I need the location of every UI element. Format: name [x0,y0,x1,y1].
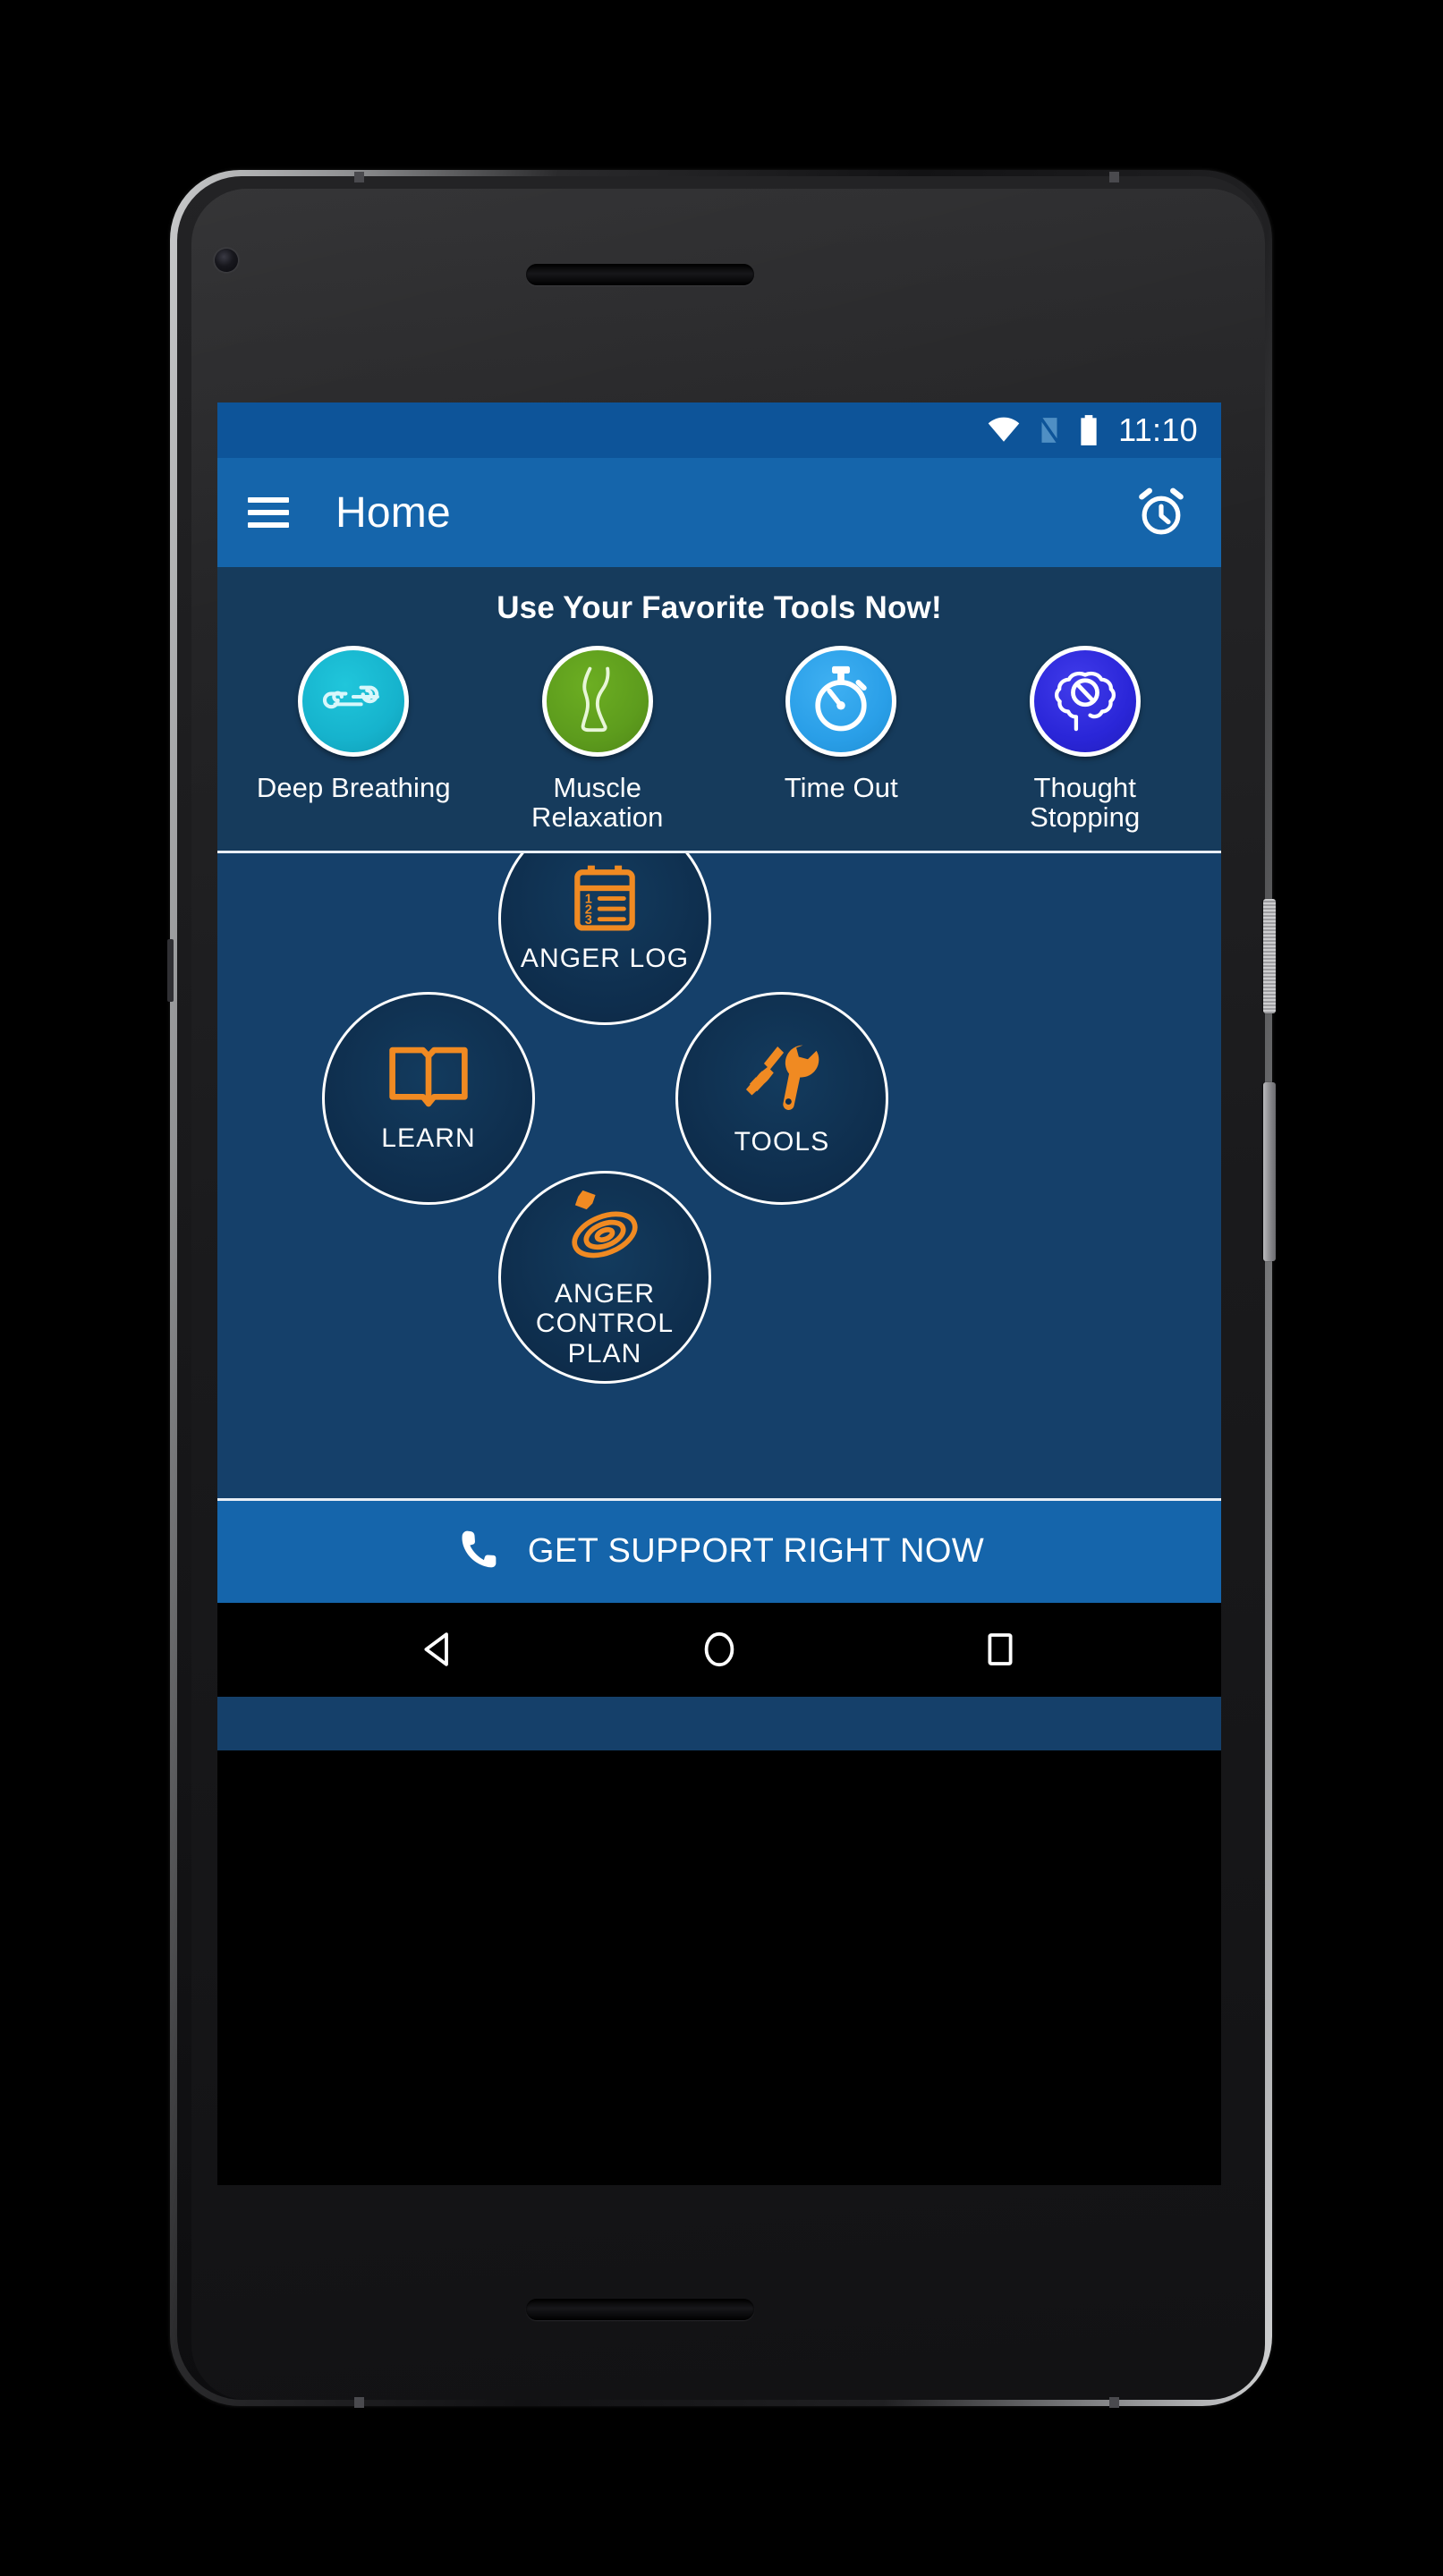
no-sim-signal-icon [1036,415,1063,445]
menu-item-anger-control-plan[interactable]: ANGER CONTROL PLAN [498,1170,711,1384]
menu-item-label: ANGER CONTROL PLAN [535,1278,675,1368]
menu-item-label: LEARN [381,1123,476,1154]
favorite-tool-time-out[interactable]: Time Out [737,646,945,802]
favorite-tools-row: Deep Breathing Muscle Relaxation Time Ou… [217,646,1221,833]
main-menu-area: 1 2 3 ANGER LOG LEARN TOOLS ANGER CONTRO… [217,852,1221,1501]
power-button[interactable] [1263,899,1276,1013]
device-stage: 11:10 Home Use Your Favorite Tools Now! [0,0,1443,2576]
home-circle-icon[interactable] [683,1614,755,1685]
phone-screen: 11:10 Home Use Your Favorite Tools Now! [217,402,1221,2185]
battery-full-icon [1077,414,1100,446]
favorite-tool-deep-breathing[interactable]: Deep Breathing [250,646,457,802]
favorite-tools-panel: Use Your Favorite Tools Now! Deep Breath… [217,567,1221,853]
favorite-tools-title: Use Your Favorite Tools Now! [497,590,942,625]
antenna-band-top-left [354,172,364,182]
menu-item-tools[interactable]: TOOLS [675,991,888,1205]
earpiece-speaker [526,264,754,285]
wifi-icon [986,416,1022,445]
menu-item-anger-log[interactable]: 1 2 3 ANGER LOG [498,852,711,1025]
spiral-target-arrow-icon [558,1186,651,1267]
time-out-circle [785,646,897,757]
get-support-label: GET SUPPORT RIGHT NOW [527,1532,985,1571]
leg-muscle-icon [562,661,633,742]
page-title: Home [335,488,451,537]
back-triangle-icon[interactable] [403,1614,474,1685]
status-bar-clock: 11:10 [1118,411,1198,448]
antenna-band-bottom-left [354,2397,364,2408]
favorite-tool-thought-stopping[interactable]: Thought Stopping [981,646,1189,833]
hamburger-menu-icon[interactable] [248,497,289,528]
volume-rocker[interactable] [1263,1082,1276,1261]
menu-item-label: ANGER LOG [520,944,690,974]
open-book-icon [386,1043,471,1111]
alarm-clock-icon[interactable] [1132,483,1191,542]
recents-square-icon[interactable] [964,1614,1036,1685]
antenna-band-bottom-right [1109,2397,1119,2408]
favorite-tool-label: Thought Stopping [1030,772,1141,834]
favorite-tool-label: Deep Breathing [256,772,451,803]
phone-call-icon [454,1526,501,1577]
muscle-relaxation-circle [541,646,653,757]
favorite-tool-label: Time Out [784,772,898,803]
favorite-tool-muscle-relaxation[interactable]: Muscle Relaxation [494,646,701,833]
screen-black-filler [217,1750,1221,2185]
screwdriver-wrench-icon [741,1039,823,1114]
android-nav-bar [217,1602,1221,1697]
brain-no-entry-icon [1047,661,1124,742]
menu-item-label: TOOLS [734,1127,830,1157]
thought-stopping-circle [1029,646,1141,757]
menu-item-learn[interactable]: LEARN [322,991,535,1205]
app-bar: Home [217,458,1221,567]
get-support-button[interactable]: GET SUPPORT RIGHT NOW [217,1500,1221,1603]
sim-tray [167,939,174,1002]
svg-text:3: 3 [585,913,592,928]
bottom-speaker [526,2299,754,2320]
status-bar: 11:10 [217,402,1221,458]
stopwatch-icon [805,661,877,742]
clipboard-numbered-list-icon: 1 2 3 [571,863,639,935]
antenna-band-top-right [1109,172,1119,182]
favorite-tool-label: Muscle Relaxation [531,772,664,834]
front-camera [215,249,238,272]
wind-breathing-icon [315,661,392,742]
deep-breathing-circle [298,646,410,757]
